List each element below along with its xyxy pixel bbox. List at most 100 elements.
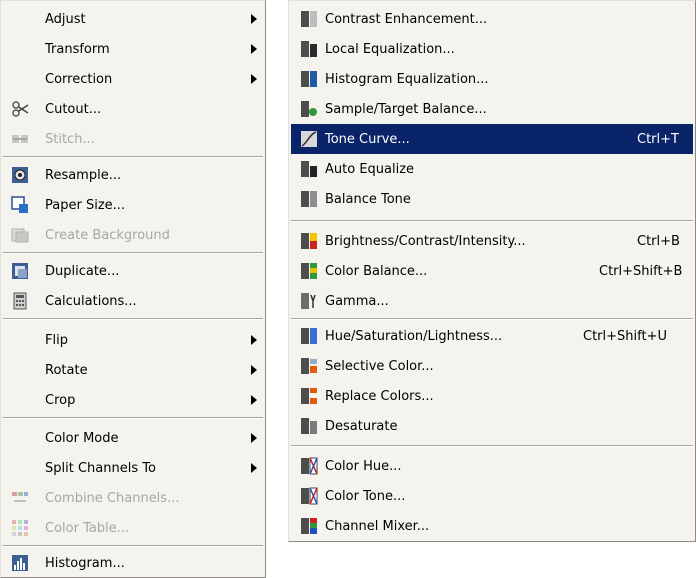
- menu-item-label: Color Mode: [45, 430, 119, 446]
- menu-item-desaturate[interactable]: Desaturate: [291, 411, 693, 441]
- submenu-arrow-icon: [251, 74, 257, 84]
- menu-separator: [3, 318, 263, 320]
- histogram-icon: [12, 555, 28, 571]
- histogram-equalization-icon: [301, 71, 317, 87]
- menu-separator: [291, 445, 693, 447]
- menu-item-tone-curve[interactable]: Tone Curve... Ctrl+T: [291, 124, 693, 154]
- color-tone-icon: [301, 487, 318, 505]
- menu-item-label: Flip: [45, 332, 68, 348]
- menu-item-shortcut: Ctrl+Shift+B: [599, 263, 683, 279]
- menu-item-label: Local Equalization...: [325, 41, 455, 57]
- menu-item-correction[interactable]: Correction: [3, 64, 263, 94]
- menu-item-label: Channel Mixer...: [325, 518, 430, 534]
- menu-item-split-channels[interactable]: Split Channels To: [3, 453, 263, 483]
- menu-item-cutout[interactable]: Cutout...: [3, 94, 263, 124]
- menu-item-label: Hue/Saturation/Lightness...: [325, 328, 503, 344]
- menu-item-contrast-enhancement[interactable]: Contrast Enhancement...: [291, 4, 693, 34]
- menu-item-label: Crop: [45, 392, 76, 408]
- submenu-arrow-icon: [251, 14, 257, 24]
- replace-colors-icon: [301, 388, 317, 404]
- menu-item-label: Stitch...: [45, 131, 95, 147]
- contrast-enhancement-icon: [301, 11, 317, 27]
- menu-item-gamma[interactable]: Gamma...: [291, 286, 693, 316]
- auto-equalize-icon: [301, 161, 317, 177]
- combine-channels-icon: [12, 492, 28, 502]
- brightness-contrast-icon: [301, 233, 317, 249]
- menu-item-label: Transform: [45, 41, 110, 57]
- menu-item-histogram[interactable]: Histogram...: [3, 548, 263, 578]
- menu-item-label: Color Balance...: [325, 263, 428, 279]
- menu-item-create-background[interactable]: Create Background: [3, 220, 263, 250]
- menu-item-flip[interactable]: Flip: [3, 325, 263, 355]
- menu-item-label: Color Hue...: [325, 458, 402, 474]
- menu-separator: [3, 545, 263, 547]
- menu-item-adjust[interactable]: Adjust: [3, 4, 263, 34]
- menu-item-transform[interactable]: Transform: [3, 34, 263, 64]
- menu-item-label: Combine Channels...: [45, 490, 180, 506]
- menu-item-stitch[interactable]: Stitch...: [3, 124, 263, 154]
- channel-mixer-icon: [301, 518, 317, 534]
- menu-item-color-hue[interactable]: Color Hue...: [291, 451, 693, 481]
- menu-item-label: Selective Color...: [325, 358, 434, 374]
- desaturate-icon: [301, 418, 317, 434]
- submenu-arrow-icon: [251, 365, 257, 375]
- menu-item-auto-equalize[interactable]: Auto Equalize: [291, 154, 693, 184]
- calculator-icon: [13, 292, 27, 310]
- menu-separator: [3, 156, 263, 158]
- menu-item-label: Histogram Equalization...: [325, 71, 489, 87]
- submenu-arrow-icon: [251, 463, 257, 473]
- menu-item-channel-mixer[interactable]: Channel Mixer...: [291, 511, 693, 541]
- gamma-icon: [301, 293, 316, 309]
- resample-icon: [12, 167, 28, 183]
- menu-item-label: Gamma...: [325, 293, 389, 309]
- balance-tone-icon: [301, 191, 317, 207]
- menu-item-shortcut: Ctrl+T: [637, 131, 679, 147]
- menu-item-shortcut: Ctrl+Shift+U: [583, 328, 667, 344]
- menu-item-duplicate[interactable]: Duplicate...: [3, 256, 263, 286]
- menu-item-selective-color[interactable]: Selective Color...: [291, 351, 693, 381]
- menu-item-resample[interactable]: Resample...: [3, 160, 263, 190]
- menu-item-label: Sample/Target Balance...: [325, 101, 487, 117]
- menu-item-label: Cutout...: [45, 101, 102, 117]
- menu-item-label: Paper Size...: [45, 197, 126, 213]
- menu-item-balance-tone[interactable]: Balance Tone: [291, 184, 693, 214]
- menu-item-rotate[interactable]: Rotate: [3, 355, 263, 385]
- menu-separator: [3, 417, 263, 419]
- menu-item-label: Contrast Enhancement...: [325, 11, 488, 27]
- submenu-arrow-icon: [251, 433, 257, 443]
- menu-item-local-equalization[interactable]: Local Equalization...: [291, 34, 693, 64]
- submenu-arrow-icon: [251, 44, 257, 54]
- menu-item-replace-colors[interactable]: Replace Colors...: [291, 381, 693, 411]
- menu-item-sample-target-balance[interactable]: Sample/Target Balance...: [291, 94, 693, 124]
- menu-item-combine-channels[interactable]: Combine Channels...: [3, 483, 263, 513]
- selective-color-icon: [301, 358, 317, 374]
- submenu-arrow-icon: [251, 395, 257, 405]
- menu-separator: [291, 318, 693, 320]
- paper-size-icon: [11, 196, 28, 213]
- scissors-icon: [12, 101, 29, 117]
- menu-item-color-mode[interactable]: Color Mode: [3, 423, 263, 453]
- image-menu: Adjust Transform Correction Cutout... St…: [0, 0, 266, 578]
- menu-item-label: Calculations...: [45, 293, 137, 309]
- menu-item-label: Correction: [45, 71, 113, 87]
- menu-item-crop[interactable]: Crop: [3, 385, 263, 415]
- color-hue-icon: [301, 457, 318, 475]
- menu-separator: [3, 252, 263, 254]
- menu-item-label: Rotate: [45, 362, 88, 378]
- menu-item-color-tone[interactable]: Color Tone...: [291, 481, 693, 511]
- menu-item-color-balance[interactable]: Color Balance... Ctrl+Shift+B: [291, 256, 693, 286]
- menu-item-hue-saturation-lightness[interactable]: Hue/Saturation/Lightness... Ctrl+Shift+U: [291, 321, 693, 351]
- menu-item-brightness-contrast[interactable]: Brightness/Contrast/Intensity... Ctrl+B: [291, 226, 693, 256]
- menu-item-label: Auto Equalize: [325, 161, 415, 177]
- submenu-arrow-icon: [251, 335, 257, 345]
- hue-saturation-icon: [301, 328, 317, 344]
- color-table-icon: [12, 520, 28, 536]
- menu-item-histogram-equalization[interactable]: Histogram Equalization...: [291, 64, 693, 94]
- menu-item-label: Tone Curve...: [325, 131, 410, 147]
- menu-item-paper-size[interactable]: Paper Size...: [3, 190, 263, 220]
- menu-item-color-table[interactable]: Color Table...: [3, 513, 263, 543]
- menu-item-calculations[interactable]: Calculations...: [3, 286, 263, 316]
- duplicate-icon: [12, 263, 28, 279]
- local-equalization-icon: [301, 41, 317, 57]
- tone-curve-icon: [301, 131, 317, 147]
